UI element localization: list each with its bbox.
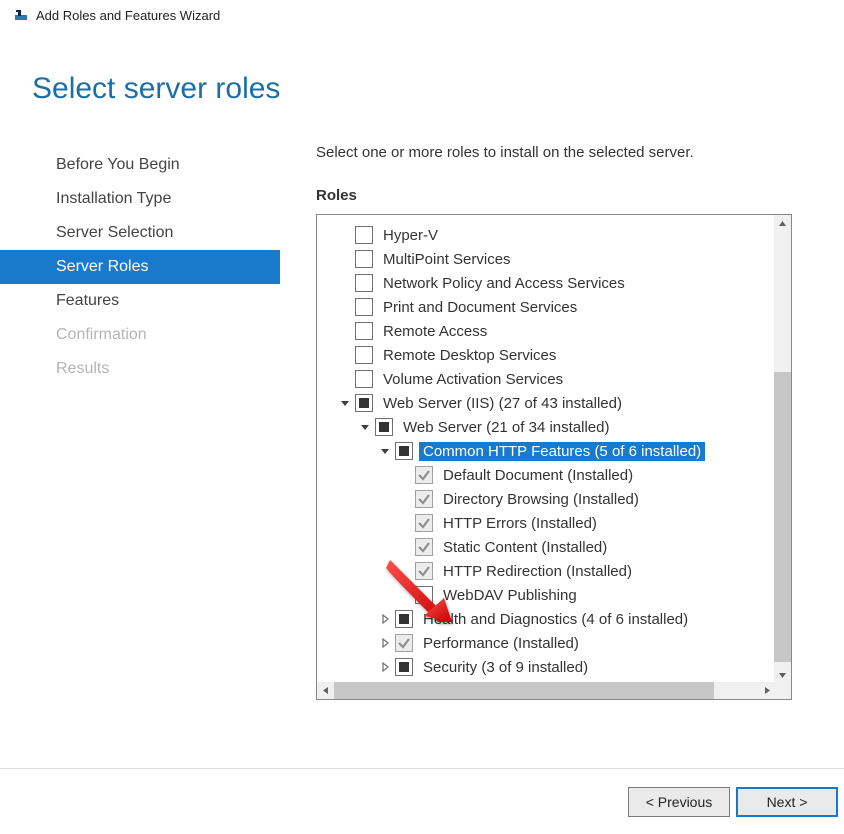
step-before-you-begin[interactable]: Before You Begin xyxy=(0,148,280,182)
tree-node-label[interactable]: Performance (Installed) xyxy=(419,634,583,653)
checkbox-empty[interactable] xyxy=(415,586,433,604)
step-confirmation: Confirmation xyxy=(0,318,280,352)
wizard-app-icon xyxy=(14,7,30,23)
window-title: Add Roles and Features Wizard xyxy=(36,8,220,23)
tree-node-label[interactable]: HTTP Redirection (Installed) xyxy=(439,562,636,581)
tree-node-label[interactable]: Web Server (IIS) (27 of 43 installed) xyxy=(379,394,626,413)
tree-node-label[interactable]: Hyper-V xyxy=(379,226,442,245)
wizard-footer: < Previous Next > xyxy=(0,768,844,834)
step-results: Results xyxy=(0,352,280,386)
expander-collapsed-icon[interactable] xyxy=(377,611,393,627)
expander-collapsed-icon[interactable] xyxy=(377,659,393,675)
tree-row[interactable]: HTTP Redirection (Installed) xyxy=(317,559,776,583)
checkbox-checked-locked[interactable] xyxy=(415,538,433,556)
vscroll-thumb[interactable] xyxy=(774,372,791,662)
expander-expanded-icon[interactable] xyxy=(337,395,353,411)
checkbox-partial[interactable] xyxy=(395,610,413,628)
tree-row[interactable]: Web Server (21 of 34 installed) xyxy=(317,415,776,439)
checkbox-empty[interactable] xyxy=(355,346,373,364)
tree-row[interactable]: Default Document (Installed) xyxy=(317,463,776,487)
step-features[interactable]: Features xyxy=(0,284,280,318)
tree-row[interactable]: HTTP Errors (Installed) xyxy=(317,511,776,535)
tree-node-label[interactable]: Security (3 of 9 installed) xyxy=(419,658,592,677)
window-titlebar: Add Roles and Features Wizard xyxy=(0,0,844,26)
tree-row[interactable]: Print and Document Services xyxy=(317,295,776,319)
tree-node-label[interactable]: Remote Access xyxy=(379,322,491,341)
previous-button[interactable]: < Previous xyxy=(628,787,730,817)
tree-row[interactable]: Remote Access xyxy=(317,319,776,343)
tree-row[interactable]: Static Content (Installed) xyxy=(317,535,776,559)
step-server-roles[interactable]: Server Roles xyxy=(0,250,280,284)
tree-node-label[interactable]: Volume Activation Services xyxy=(379,370,567,389)
checkbox-empty[interactable] xyxy=(355,226,373,244)
step-installation-type[interactable]: Installation Type xyxy=(0,182,280,216)
main-panel: Select one or more roles to install on t… xyxy=(280,144,844,700)
checkbox-partial[interactable] xyxy=(355,394,373,412)
instruction-text: Select one or more roles to install on t… xyxy=(316,144,804,161)
checkbox-partial[interactable] xyxy=(375,418,393,436)
checkbox-empty[interactable] xyxy=(355,274,373,292)
tree-node-label[interactable]: Directory Browsing (Installed) xyxy=(439,490,643,509)
tree-row[interactable]: MultiPoint Services xyxy=(317,247,776,271)
hscroll-thumb[interactable] xyxy=(334,682,714,699)
tree-row[interactable]: Performance (Installed) xyxy=(317,631,776,655)
checkbox-empty[interactable] xyxy=(355,250,373,268)
hscroll-track[interactable] xyxy=(334,682,759,699)
expander-expanded-icon[interactable] xyxy=(377,443,393,459)
tree-row[interactable]: Hyper-V xyxy=(317,223,776,247)
vertical-scrollbar[interactable] xyxy=(774,215,791,684)
tree-node-label[interactable]: Web Server (21 of 34 installed) xyxy=(399,418,614,437)
tree-node-label[interactable]: Network Policy and Access Services xyxy=(379,274,629,293)
expander-expanded-icon[interactable] xyxy=(357,419,373,435)
scroll-up-icon[interactable] xyxy=(774,215,791,232)
tree-row[interactable]: Health and Diagnostics (4 of 6 installed… xyxy=(317,607,776,631)
tree-row[interactable]: Volume Activation Services xyxy=(317,367,776,391)
tree-node-label[interactable]: Static Content (Installed) xyxy=(439,538,611,557)
roles-section-label: Roles xyxy=(316,187,804,204)
tree-row[interactable]: Web Server (IIS) (27 of 43 installed) xyxy=(317,391,776,415)
vscroll-track[interactable] xyxy=(774,232,791,667)
tree-node-label[interactable]: Default Document (Installed) xyxy=(439,466,637,485)
tree-row[interactable]: Remote Desktop Services xyxy=(317,343,776,367)
checkbox-checked-locked[interactable] xyxy=(415,562,433,580)
tree-node-label[interactable]: HTTP Errors (Installed) xyxy=(439,514,601,533)
checkbox-partial[interactable] xyxy=(395,658,413,676)
tree-node-label[interactable]: WebDAV Publishing xyxy=(439,586,581,605)
wizard-steps: Before You Begin Installation Type Serve… xyxy=(0,144,280,700)
checkbox-checked-locked[interactable] xyxy=(415,490,433,508)
checkbox-empty[interactable] xyxy=(355,322,373,340)
tree-node-label[interactable]: MultiPoint Services xyxy=(379,250,515,269)
checkbox-partial[interactable] xyxy=(395,442,413,460)
horizontal-scrollbar[interactable] xyxy=(317,682,776,699)
tree-row[interactable]: Directory Browsing (Installed) xyxy=(317,487,776,511)
tree-row[interactable]: WebDAV Publishing xyxy=(317,583,776,607)
tree-row[interactable]: Network Policy and Access Services xyxy=(317,271,776,295)
tree-node-label[interactable]: Common HTTP Features (5 of 6 installed) xyxy=(419,442,705,461)
tree-node-label[interactable]: Remote Desktop Services xyxy=(379,346,560,365)
checkbox-empty[interactable] xyxy=(355,298,373,316)
checkbox-empty[interactable] xyxy=(355,370,373,388)
tree-node-label[interactable]: Print and Document Services xyxy=(379,298,581,317)
roles-tree: Hyper-V MultiPoint Services Network Policy… xyxy=(316,214,792,700)
next-button[interactable]: Next > xyxy=(736,787,838,817)
page-title: Select server roles xyxy=(0,26,844,116)
scroll-left-icon[interactable] xyxy=(317,682,334,699)
expander-collapsed-icon[interactable] xyxy=(377,635,393,651)
tree-row[interactable]: Security (3 of 9 installed) xyxy=(317,655,776,679)
tree-row[interactable]: Common HTTP Features (5 of 6 installed) xyxy=(317,439,776,463)
scrollbar-corner xyxy=(774,682,791,699)
step-server-selection[interactable]: Server Selection xyxy=(0,216,280,250)
tree-node-label[interactable]: Health and Diagnostics (4 of 6 installed… xyxy=(419,610,692,629)
checkbox-checked-locked[interactable] xyxy=(415,466,433,484)
checkbox-checked-locked[interactable] xyxy=(415,514,433,532)
checkbox-checked-locked[interactable] xyxy=(395,634,413,652)
